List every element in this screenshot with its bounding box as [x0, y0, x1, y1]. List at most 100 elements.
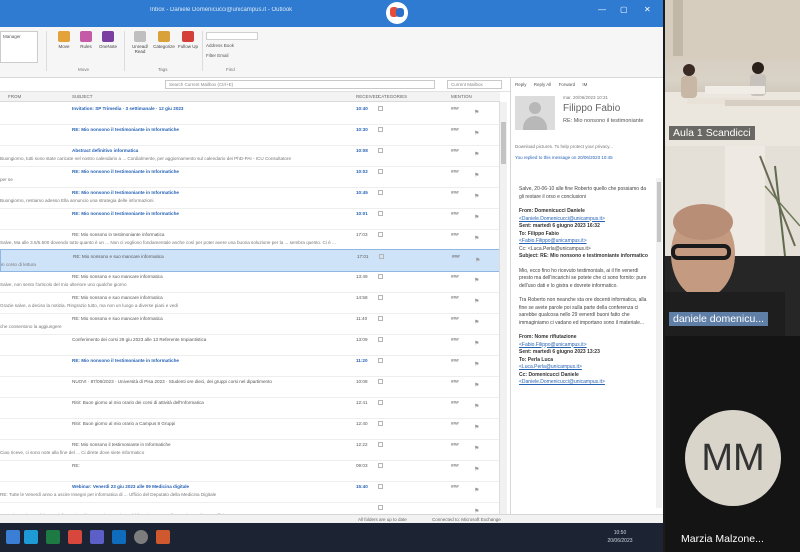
categorize-button[interactable]: Categorize — [152, 31, 176, 63]
windows-start-icon[interactable] — [6, 530, 20, 544]
flag-icon[interactable]: ⚑ — [475, 257, 480, 264]
category-checkbox[interactable] — [378, 148, 383, 153]
search-people-field[interactable] — [206, 32, 258, 40]
flag-icon[interactable]: ⚑ — [474, 382, 479, 389]
address-book-button[interactable]: Address Book — [206, 43, 234, 48]
quoted-cc-email[interactable]: <Daniele.Domenicucci@unicampus.it> — [519, 379, 605, 385]
taskbar-clock[interactable]: 10:50 20/06/2023 — [600, 529, 640, 545]
flag-icon[interactable]: ⚑ — [474, 340, 479, 347]
column-subject[interactable]: SUBJECT — [72, 94, 93, 99]
mail-row[interactable]: RE: 09:03 ### ⚑ — [0, 459, 500, 482]
flag-icon[interactable]: ⚑ — [474, 277, 479, 284]
follow-up-button[interactable]: Follow Up — [176, 31, 200, 63]
minimize-button[interactable]: — — [598, 5, 606, 15]
category-checkbox[interactable] — [378, 232, 383, 237]
participant-tile-marzia[interactable]: MM Marzia Malzone... — [665, 336, 800, 552]
reply-button[interactable]: Reply — [515, 82, 527, 87]
column-mention[interactable]: MENTION — [451, 94, 472, 99]
mail-row[interactable]: RE: Mio nonsono e suo mancare informatic… — [0, 270, 500, 293]
mail-row[interactable]: Abstract definitivo informatica Buongiorn… — [0, 144, 500, 167]
move-button[interactable]: Move — [52, 31, 76, 63]
rules-button[interactable]: Rules — [74, 31, 98, 63]
powerpoint-icon[interactable] — [156, 530, 170, 544]
mail-row[interactable]: RE: Mio nonsono il testimoniante in Info… — [0, 438, 500, 461]
flag-icon[interactable]: ⚑ — [474, 466, 479, 473]
category-checkbox[interactable] — [378, 484, 383, 489]
scrollbar-thumb[interactable] — [657, 182, 661, 242]
mail-row[interactable]: Ritir: Buon giorno al mio orario a Campu… — [0, 417, 500, 440]
category-checkbox[interactable] — [379, 254, 384, 259]
category-checkbox[interactable] — [378, 358, 383, 363]
reply-all-button[interactable]: Reply All — [534, 82, 552, 87]
quoted-to-email[interactable]: <Fabio.Filippo@unicampus.it> — [519, 238, 587, 244]
quoted-from-email[interactable]: <Fabio.Filippo@unicampus.it> — [519, 342, 587, 348]
category-checkbox[interactable] — [378, 337, 383, 342]
edge-icon[interactable] — [24, 530, 38, 544]
flag-icon[interactable]: ⚑ — [474, 424, 479, 431]
mail-row[interactable]: RE: Mio nonsono il testimoniante in Info… — [0, 207, 500, 230]
mail-row[interactable]: Ritir: Buon giorno al mio orario dei cor… — [0, 396, 500, 419]
unread-read-button[interactable]: Unread/ Read — [128, 31, 152, 63]
flag-icon[interactable]: ⚑ — [474, 193, 479, 200]
column-categories[interactable]: CATEGORIES — [378, 94, 407, 99]
flag-icon[interactable]: ⚑ — [474, 487, 479, 494]
search-scope-dropdown[interactable]: Current Mailbox — [447, 80, 502, 89]
column-from[interactable]: FROM — [8, 94, 21, 99]
flag-icon[interactable]: ⚑ — [474, 172, 479, 179]
forward-button[interactable]: Forward — [559, 82, 576, 87]
maximize-button[interactable]: ▢ — [620, 5, 628, 15]
mail-row[interactable]: RE: Mio nonsono e suo mancare informatic… — [0, 291, 500, 314]
mail-row[interactable]: Webinar: Venerdì 23 giu 2023 alle 09 Med… — [0, 480, 500, 503]
mail-row[interactable]: NUOVI · 87/06/2023 · Università di Pisa … — [0, 375, 500, 398]
category-checkbox[interactable] — [378, 295, 383, 300]
mail-row[interactable]: RE: Mio nonsono il testimoniante in Info… — [0, 165, 500, 188]
category-checkbox[interactable] — [378, 169, 383, 174]
category-checkbox[interactable] — [378, 190, 383, 195]
mail-row[interactable]: RE: Mio nonsono e suo mancare informatic… — [0, 249, 500, 272]
flag-icon[interactable]: ⚑ — [474, 235, 479, 242]
filter-email-button[interactable]: Filter Email — [206, 53, 229, 58]
quoted-to-email[interactable]: <Luca.Perla@unicampus.it> — [519, 364, 582, 370]
category-checkbox[interactable] — [378, 442, 383, 447]
search-input[interactable]: Search Current Mailbox (Ctrl+E) — [165, 80, 435, 89]
category-checkbox[interactable] — [378, 211, 383, 216]
message-sender[interactable]: Filippo Fabio — [563, 103, 620, 114]
category-checkbox[interactable] — [378, 400, 383, 405]
category-checkbox[interactable] — [378, 463, 383, 468]
mail-list-scrollbar[interactable] — [499, 102, 507, 514]
close-button[interactable]: ✕ — [644, 5, 651, 15]
mail-row[interactable]: RE: Mio nonsono il testimoniante in Info… — [0, 186, 500, 209]
participant-tile-aula[interactable]: Aula 1 Scandicci — [665, 0, 800, 146]
flag-icon[interactable]: ⚑ — [474, 445, 479, 452]
category-checkbox[interactable] — [378, 127, 383, 132]
mail-row[interactable]: RE: Mio nonsono il testimoniante in Info… — [0, 123, 500, 146]
outlook-icon[interactable] — [112, 530, 126, 544]
mail-row[interactable]: Conferimento dei corsi 29 giu 2023 alle … — [0, 333, 500, 356]
quoted-from-email[interactable]: <Daniele.Domenicucci@unicampus.it> — [519, 216, 605, 222]
teams-icon[interactable] — [90, 530, 104, 544]
scrollbar-thumb[interactable] — [501, 122, 506, 164]
category-checkbox[interactable] — [378, 316, 383, 321]
category-checkbox[interactable] — [378, 421, 383, 426]
category-checkbox[interactable] — [378, 505, 383, 510]
flag-icon[interactable]: ⚑ — [474, 109, 479, 116]
quick-steps-box[interactable]: Manager — [0, 31, 38, 63]
mail-row[interactable]: Buongiorno, i post del mese informaziona… — [0, 501, 500, 514]
im-button[interactable]: IM — [582, 82, 587, 87]
participant-tile-daniele[interactable]: daniele domenicu... — [665, 146, 800, 336]
onenote-button[interactable]: OneNote — [96, 31, 120, 63]
flag-icon[interactable]: ⚑ — [474, 319, 479, 326]
download-pictures-notice[interactable]: Download pictures. To help protect your … — [515, 144, 660, 149]
chrome-icon[interactable] — [68, 530, 82, 544]
reading-scrollbar[interactable] — [656, 178, 662, 508]
flag-icon[interactable]: ⚑ — [474, 214, 479, 221]
mail-row[interactable]: RE: Mio nonsono e suo mancare informatic… — [0, 312, 500, 335]
column-received[interactable]: RECEIVED — [356, 94, 379, 99]
settings-icon[interactable] — [134, 530, 148, 544]
mail-row[interactable]: RE: Mio nonsono il testimoniante in Info… — [0, 354, 500, 377]
flag-icon[interactable]: ⚑ — [474, 361, 479, 368]
flag-icon[interactable]: ⚑ — [474, 151, 479, 158]
flag-icon[interactable]: ⚑ — [474, 298, 479, 305]
mail-row[interactable]: RE: Mio nonsono in testimoniante informa… — [0, 228, 500, 251]
mail-row[interactable]: Invitation: SP Trimedia · 3 settimanale … — [0, 102, 500, 125]
